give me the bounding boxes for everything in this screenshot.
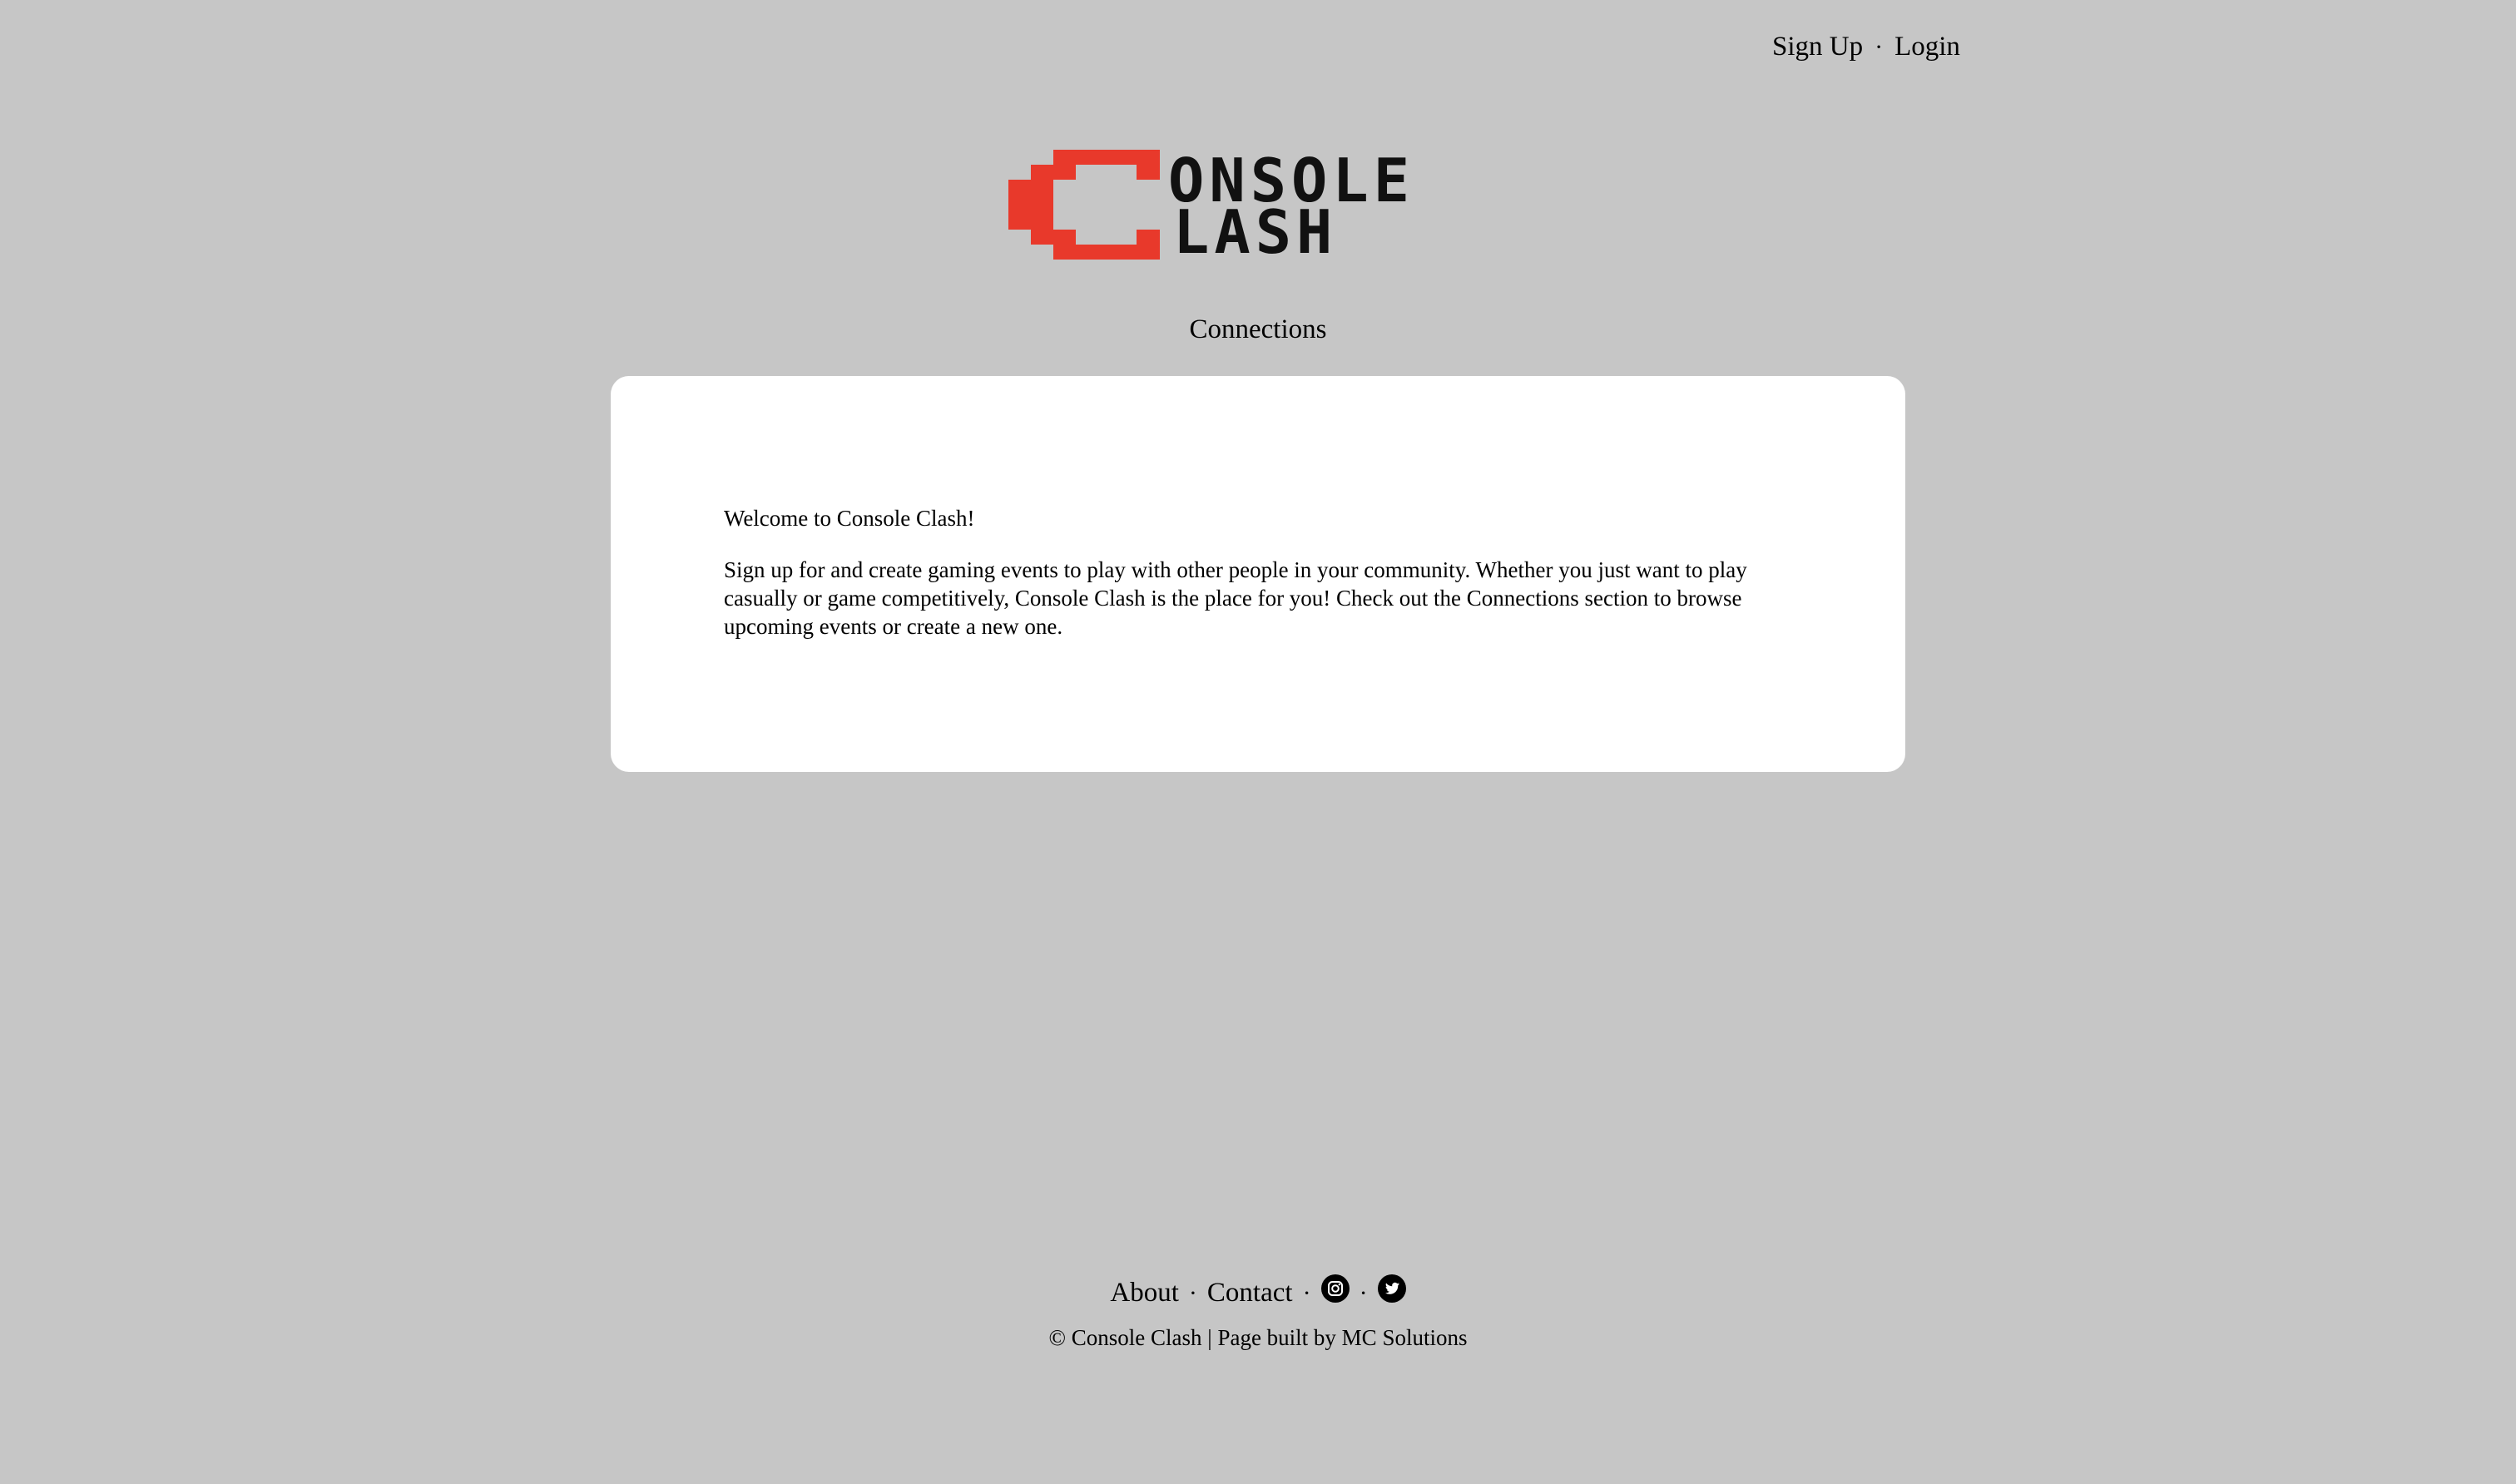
welcome-description: Sign up for and create gaming events to …: [724, 557, 1747, 639]
footer-separator: ·: [1302, 1279, 1311, 1307]
footer-separator: ·: [1359, 1279, 1368, 1307]
connections-link[interactable]: Connections: [1190, 314, 1327, 344]
footer-separator: ·: [1188, 1279, 1197, 1307]
nav-separator: ·: [1875, 32, 1884, 61]
signup-link[interactable]: Sign Up: [1772, 32, 1863, 62]
section-nav: Connections: [0, 314, 2516, 345]
welcome-heading: Welcome to Console Clash!: [724, 506, 975, 531]
logo-c-glyph: [1008, 150, 1160, 260]
top-nav: Sign Up · Login: [1772, 32, 1960, 62]
welcome-card: Welcome to Console Clash! Sign up for an…: [611, 376, 1905, 772]
copyright-text: © Console Clash | Page built by MC Solut…: [1048, 1325, 1468, 1350]
twitter-icon[interactable]: [1377, 1274, 1406, 1303]
instagram-icon[interactable]: [1320, 1274, 1350, 1303]
footer-links: About · Contact · ·: [1110, 1274, 1406, 1308]
console-clash-logo[interactable]: ONSOLE LASH: [1008, 146, 1508, 267]
logo-text-line2: LASH: [1173, 197, 1337, 260]
contact-link[interactable]: Contact: [1207, 1278, 1293, 1308]
footer: About · Contact · · © Console Clash | Pa…: [0, 1274, 2516, 1351]
about-link[interactable]: About: [1110, 1278, 1179, 1308]
login-link[interactable]: Login: [1894, 32, 1960, 62]
welcome-content: Welcome to Console Clash! Sign up for an…: [724, 504, 1797, 664]
